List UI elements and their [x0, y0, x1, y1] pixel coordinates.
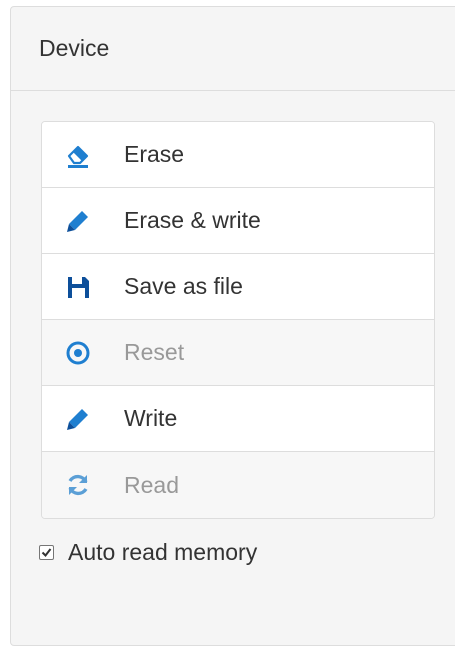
read-label: Read: [124, 471, 179, 498]
write-button[interactable]: Write: [42, 386, 434, 452]
auto-read-memory-option: Auto read memory: [39, 539, 257, 566]
floppy-disk-icon: [63, 272, 93, 302]
save-as-file-label: Save as file: [124, 273, 243, 299]
pencil-icon: [63, 404, 93, 434]
erase-and-write-button[interactable]: Erase & write: [42, 188, 434, 254]
auto-read-memory-label[interactable]: Auto read memory: [68, 539, 257, 566]
auto-read-memory-checkbox[interactable]: [39, 545, 54, 560]
read-button[interactable]: Read: [42, 452, 434, 518]
panel-title: Device: [11, 7, 455, 91]
erase-button[interactable]: Erase: [42, 122, 434, 188]
erase-and-write-label: Erase & write: [124, 207, 261, 233]
reset-label: Reset: [124, 339, 185, 365]
eraser-icon: [63, 140, 93, 170]
device-actions-list: Erase Erase & write Save as file Reset W…: [41, 121, 435, 519]
reset-button[interactable]: Reset: [42, 320, 434, 386]
record-icon: [63, 338, 93, 368]
refresh-icon: [63, 470, 93, 500]
save-as-file-button[interactable]: Save as file: [42, 254, 434, 320]
write-label: Write: [124, 405, 178, 431]
erase-label: Erase: [124, 141, 185, 167]
device-panel: Device Erase Erase & write Save as file …: [10, 6, 455, 646]
pencil-icon: [63, 206, 93, 236]
